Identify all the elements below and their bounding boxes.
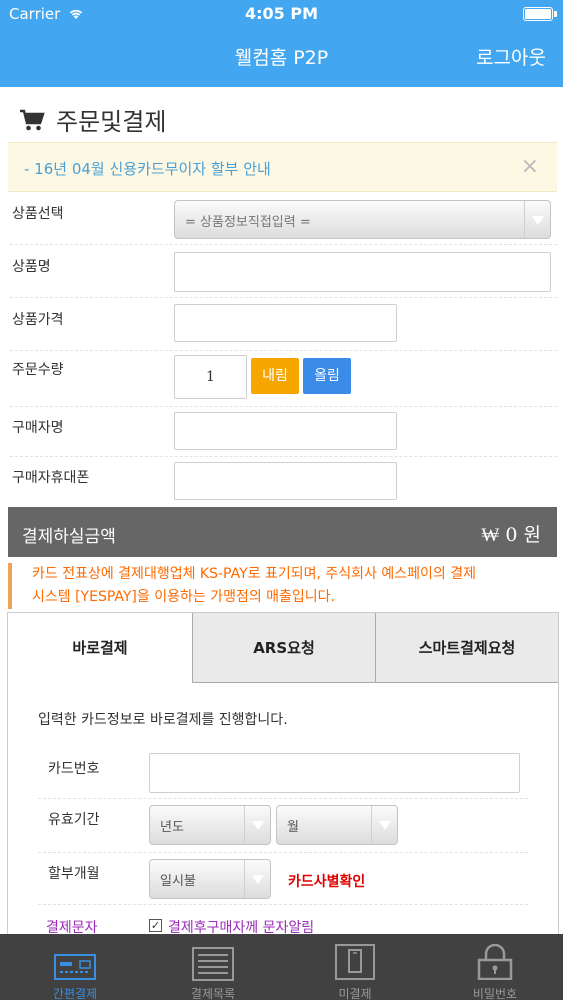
buyer-name-row: 구매자명 <box>10 407 557 457</box>
card-check-link[interactable]: 카드사별확인 <box>288 871 365 891</box>
expiry-month-select[interactable]: 월 <box>276 805 398 845</box>
quantity-row: 주문수량 1 내림 올림 <box>10 351 557 407</box>
status-bar: Carrier 4:05 PM <box>0 0 563 28</box>
logout-button[interactable]: 로그아웃 <box>476 43 546 70</box>
product-price-input[interactable] <box>174 304 397 342</box>
tab-smart-pay-request[interactable]: 스마트결제요청 <box>375 613 558 683</box>
chevron-down-icon <box>371 806 397 844</box>
card-number-row: 카드번호 <box>38 745 528 799</box>
buyer-phone-row: 구매자휴대폰 <box>10 457 557 502</box>
buyer-name-label: 구매자명 <box>12 420 64 436</box>
expiry-year-select[interactable]: 년도 <box>149 805 271 845</box>
product-name-input[interactable] <box>174 252 551 292</box>
nav-bar: Carrier 4:05 PM 웰컴홈 P2P 로그아웃 <box>0 0 563 87</box>
amount-bar: 결제하실금액 ₩ 0 원 <box>8 507 557 557</box>
installment-value: 일시불 <box>160 874 196 889</box>
card-number-label: 카드번호 <box>48 761 100 777</box>
section-header: 주문및결제 <box>0 88 563 142</box>
cart-icon <box>20 109 45 131</box>
amount-label: 결제하실금액 <box>22 527 116 547</box>
amount-value: ₩ 0 원 <box>481 524 541 546</box>
ks-pay-notice: 카드 전표상에 결제대행업체 KS-PAY로 표기되며, 주식회사 예스페이의 … <box>8 563 557 609</box>
buyer-phone-input[interactable] <box>174 462 397 500</box>
product-select-label: 상품선택 <box>12 206 64 222</box>
buyer-name-input[interactable] <box>174 412 397 450</box>
installment-label: 할부개월 <box>48 866 100 882</box>
product-price-row: 상품가격 <box>10 298 557 351</box>
tab-bar-item-unpaid[interactable]: 미결제 <box>285 934 425 1000</box>
notice-banner: - 16년 04월 신용카드무이자 할부 안내 × <box>8 142 557 192</box>
expiry-year-value: 년도 <box>160 820 184 835</box>
product-name-label: 상품명 <box>12 259 51 275</box>
chevron-down-icon <box>244 806 270 844</box>
quantity-label: 주문수량 <box>12 362 64 378</box>
tab-bar-item-password[interactable]: 비밀번호 <box>425 934 563 1000</box>
tab-bar-item-payment-list[interactable]: 결제목록 <box>143 934 283 1000</box>
page-title: 주문및결제 <box>56 108 167 136</box>
ks-pay-notice-line2: 시스템 [YESPAY]을 이용하는 가맹점의 매출입니다. <box>32 589 336 605</box>
product-select[interactable]: = 상품정보직접입력 = <box>174 200 551 239</box>
notice-link[interactable]: - 16년 04월 신용카드무이자 할부 안내 <box>24 158 271 179</box>
sms-checkbox[interactable]: ✓ <box>149 919 162 932</box>
quantity-input[interactable]: 1 <box>174 355 247 399</box>
tab-direct-pay[interactable]: 바로결제 <box>8 613 192 683</box>
tab-bar-label: 간편결제 <box>52 987 98 1000</box>
tab-bar-label: 미결제 <box>338 987 372 1000</box>
expiry-row: 유효기간 년도 월 <box>38 799 528 853</box>
expiry-month-value: 월 <box>287 820 299 835</box>
product-select-row: 상품선택 = 상품정보직접입력 = <box>10 192 557 245</box>
ks-pay-notice-line1: 카드 전표상에 결제대행업체 KS-PAY로 표기되며, 주식회사 예스페이의 … <box>32 566 476 582</box>
chevron-down-icon <box>524 201 550 238</box>
close-icon[interactable]: × <box>521 154 539 179</box>
battery-icon <box>523 7 557 21</box>
quantity-up-button[interactable]: 올림 <box>303 358 351 394</box>
buyer-phone-label: 구매자휴대폰 <box>12 470 90 486</box>
quantity-down-button[interactable]: 내림 <box>251 358 299 394</box>
card-number-input[interactable] <box>149 753 520 793</box>
tab-bar-item-easy-pay[interactable]: 간편결제 <box>5 934 145 1000</box>
app-screen: Carrier 4:05 PM 웰컴홈 P2P 로그아웃 주문및결제 - 16년… <box>0 0 563 1000</box>
expiry-label: 유효기간 <box>48 812 100 828</box>
tab-bar-label: 결제목록 <box>190 987 236 1000</box>
product-price-label: 상품가격 <box>12 312 64 328</box>
installment-select[interactable]: 일시불 <box>149 859 271 899</box>
installment-row: 할부개월 일시불 <box>38 853 528 905</box>
payment-tab-panel: 바로결제 ARS요청 스마트결제요청 입력한 카드정보로 바로결제를 진행합니다… <box>7 612 559 952</box>
product-select-value: = 상품정보직접입력 = <box>185 215 311 230</box>
list-icon <box>192 947 234 981</box>
tab-ars-request[interactable]: ARS요청 <box>192 613 375 683</box>
clock: 4:05 PM <box>244 4 318 23</box>
bottom-tab-bar: 간편결제 결제목록 미결제 비밀번호 <box>0 934 563 1000</box>
card-terminal-icon <box>54 954 96 980</box>
phone-icon <box>335 944 375 980</box>
chevron-down-icon <box>244 860 270 898</box>
direct-pay-description: 입력한 카드정보로 바로결제를 진행합니다. <box>38 712 288 728</box>
product-name-row: 상품명 <box>10 245 557 298</box>
tab-bar-label: 비밀번호 <box>472 987 518 1000</box>
lock-icon <box>477 944 513 980</box>
